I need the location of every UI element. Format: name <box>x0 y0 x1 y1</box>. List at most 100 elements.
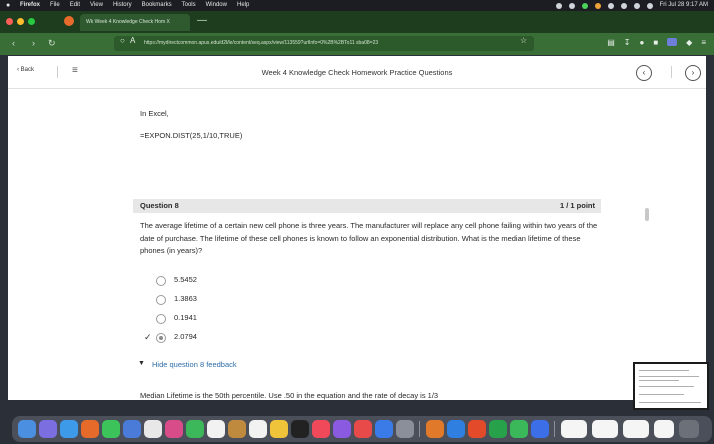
recent-window-icon[interactable] <box>623 420 649 438</box>
trash-icon[interactable] <box>679 420 699 438</box>
zoom-icon[interactable] <box>531 420 549 438</box>
answer-option-label: 1.3863 <box>174 294 197 303</box>
back-arrow-icon[interactable]: ‹ <box>12 38 15 48</box>
menubar-clock[interactable]: Fri Jul 28 9:17 AM <box>660 0 708 11</box>
powerpoint-icon[interactable] <box>468 420 486 438</box>
caret-down-icon: ▼ <box>138 360 145 367</box>
dock-divider <box>554 421 555 437</box>
music-icon[interactable] <box>312 420 330 438</box>
facetime-icon[interactable] <box>186 420 204 438</box>
browser-toolbar: ‹ › ↻ https://mydirectcommon.apus.edu/d2… <box>0 33 714 55</box>
forward-arrow-icon[interactable]: › <box>32 38 35 48</box>
thumbnail-line <box>639 370 689 371</box>
battery-icon[interactable] <box>607 2 614 9</box>
screenshot-thumbnail[interactable] <box>633 362 709 410</box>
thumbnail-line <box>639 394 684 395</box>
scrollbar-thumb[interactable] <box>645 208 649 221</box>
podcasts-icon[interactable] <box>333 420 351 438</box>
answer-option-label: 2.0794 <box>174 332 197 341</box>
extension-badge-icon[interactable] <box>667 38 678 46</box>
launchpad-icon[interactable] <box>39 420 57 438</box>
firefox-icon[interactable] <box>64 16 74 26</box>
menu-view[interactable]: View <box>90 0 103 11</box>
excel-icon[interactable] <box>489 420 507 438</box>
extension-icon[interactable] <box>568 2 575 9</box>
whatsapp-icon[interactable] <box>510 420 528 438</box>
system-settings-icon[interactable] <box>396 420 414 438</box>
tab-title: Wk Week 4 Knowledge Check Hom X <box>86 19 170 25</box>
hide-feedback-link[interactable]: ▼ Hide question 8 feedback <box>138 360 237 369</box>
url-text: https://mydirectcommon.apus.edu/d2l/le/c… <box>144 40 379 46</box>
radio-button-selected[interactable] <box>156 333 166 343</box>
page-viewport: ‹ Back ≡ Week 4 Knowledge Check Homework… <box>8 56 706 400</box>
question-number: Question 8 <box>140 201 179 210</box>
account-icon[interactable]: ● <box>639 38 644 47</box>
question-points: 1 / 1 point <box>559 201 595 210</box>
menu-window[interactable]: Window <box>206 0 227 11</box>
word-icon[interactable] <box>447 420 465 438</box>
status-orange-icon[interactable] <box>594 2 601 9</box>
close-window-icon[interactable] <box>6 18 13 25</box>
thumbnail-line <box>639 376 699 377</box>
downloads-stack-icon[interactable] <box>654 420 674 438</box>
window-controls <box>6 18 35 25</box>
download-icon[interactable]: ↧ <box>624 38 631 47</box>
firefox-dock-icon[interactable] <box>81 420 99 438</box>
extensions-icon[interactable]: ■ <box>653 38 658 47</box>
answer-option-label: 0.1941 <box>174 313 197 322</box>
correct-check-icon: ✓ <box>144 332 152 342</box>
bookmark-star-icon[interactable]: ☆ <box>520 36 527 45</box>
minimize-window-icon[interactable] <box>17 18 24 25</box>
app-store-icon[interactable] <box>375 420 393 438</box>
puzzle-icon[interactable]: ◆ <box>686 38 692 47</box>
menu-history[interactable]: History <box>113 0 132 11</box>
contacts-icon[interactable] <box>228 420 246 438</box>
control-center-icon[interactable] <box>646 2 653 9</box>
shield-icon[interactable]: ○ <box>120 36 125 45</box>
recent-window-icon[interactable] <box>561 420 587 438</box>
next-topic-icon[interactable]: › <box>685 65 701 81</box>
menu-bookmarks[interactable]: Bookmarks <box>142 0 172 11</box>
question-header: Question 8 1 / 1 point <box>133 199 601 213</box>
menu-help[interactable]: Help <box>237 0 249 11</box>
previous-topic-icon[interactable]: ‹ <box>636 65 652 81</box>
zoom-window-icon[interactable] <box>28 18 35 25</box>
url-bar[interactable]: https://mydirectcommon.apus.edu/d2l/le/c… <box>114 36 534 51</box>
news-icon[interactable] <box>354 420 372 438</box>
status-icon[interactable] <box>555 2 562 9</box>
menu-hamburger-icon[interactable]: ≡ <box>701 38 706 47</box>
reload-icon[interactable]: ↻ <box>48 38 56 49</box>
messages-icon[interactable] <box>102 420 120 438</box>
safari-icon[interactable] <box>60 420 78 438</box>
tab-strip: Wk Week 4 Knowledge Check Hom X — <box>0 11 714 33</box>
recent-window-icon[interactable] <box>592 420 618 438</box>
reader-icon[interactable]: A <box>130 36 135 45</box>
radio-button[interactable] <box>156 314 166 324</box>
status-green-icon[interactable] <box>581 2 588 9</box>
menu-app-firefox[interactable]: Firefox <box>20 0 40 11</box>
notes-icon[interactable] <box>270 420 288 438</box>
finder-icon[interactable] <box>18 420 36 438</box>
radio-button[interactable] <box>156 295 166 305</box>
pocket-icon[interactable]: ▤ <box>607 38 615 47</box>
thumbnail-line <box>639 402 701 403</box>
menu-tools[interactable]: Tools <box>182 0 196 11</box>
photos-icon[interactable] <box>165 420 183 438</box>
mail-icon[interactable] <box>123 420 141 438</box>
new-tab-icon[interactable]: — <box>197 15 207 26</box>
menu-edit[interactable]: Edit <box>70 0 80 11</box>
menu-file[interactable]: File <box>50 0 60 11</box>
thumbnail-line <box>639 386 694 387</box>
radio-button[interactable] <box>156 276 166 286</box>
browser-tab[interactable]: Wk Week 4 Knowledge Check Hom X <box>80 14 190 31</box>
pages-icon[interactable] <box>426 420 444 438</box>
apple-tv-icon[interactable] <box>291 420 309 438</box>
page-title: Week 4 Knowledge Check Homework Practice… <box>261 68 453 77</box>
wifi-icon[interactable] <box>620 2 627 9</box>
divider <box>671 66 672 78</box>
reminders-icon[interactable] <box>249 420 267 438</box>
apple-icon[interactable]: ● <box>6 0 14 11</box>
search-icon[interactable] <box>633 2 640 9</box>
maps-icon[interactable] <box>144 420 162 438</box>
calendar-icon[interactable] <box>207 420 225 438</box>
